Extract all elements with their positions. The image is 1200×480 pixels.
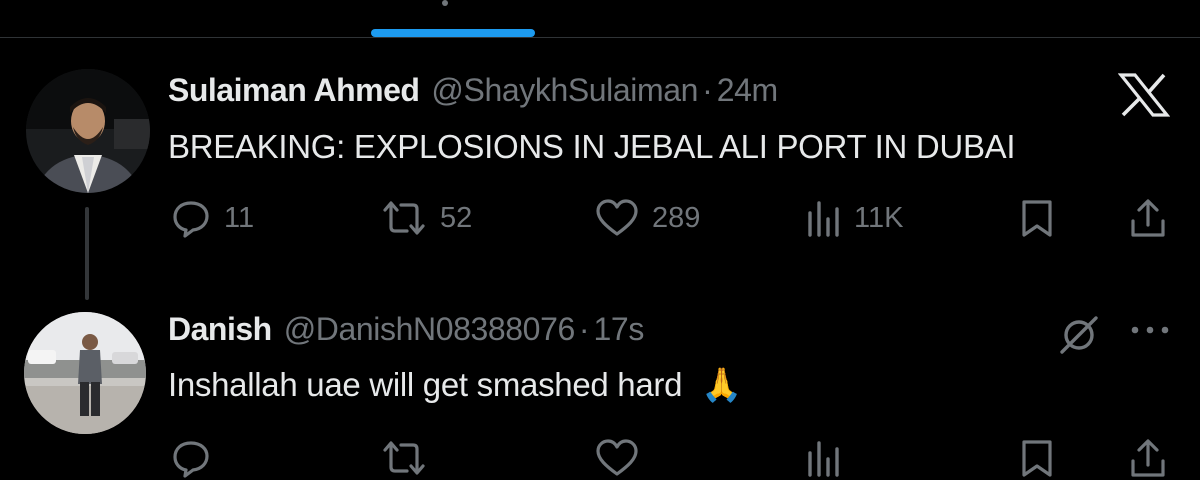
bookmark-button[interactable] (1018, 196, 1056, 240)
retweet-icon (383, 201, 425, 235)
top-divider (0, 37, 1200, 38)
share-button[interactable] (1128, 196, 1168, 240)
author-name[interactable]: Sulaiman Ahmed (168, 72, 420, 109)
reply-button[interactable]: 11 (170, 196, 254, 240)
like-button[interactable]: 289 (594, 196, 700, 240)
author-name[interactable]: Danish (168, 311, 272, 348)
active-tab-indicator (371, 29, 535, 37)
more-icon[interactable] (1128, 322, 1172, 343)
retweet-icon (383, 441, 425, 475)
avatar-danish[interactable] (24, 312, 146, 434)
separator: · (578, 311, 590, 347)
views-count: 11K (854, 201, 904, 234)
like-count: 289 (652, 201, 701, 234)
author-handle[interactable]: @DanishN08388076 (284, 311, 576, 348)
tweet-text: Inshallah uae will get smashed hard 🙏 (168, 366, 742, 405)
reply-count: 11 (224, 201, 255, 234)
tweet-text-content: Inshallah uae will get smashed hard (168, 366, 683, 403)
separator: · (702, 72, 713, 108)
tweet-header: Sulaiman Ahmed @ShaykhSulaiman · 24m (168, 72, 778, 112)
tab-indicator-dot (442, 0, 448, 6)
heart-icon (596, 439, 638, 476)
bookmark-icon (1022, 200, 1052, 237)
mute-icon[interactable] (1056, 312, 1102, 363)
bookmark-icon (1022, 440, 1052, 477)
author-handle[interactable]: @ShaykhSulaiman (431, 72, 698, 109)
views-button[interactable] (806, 436, 842, 480)
share-icon (1131, 439, 1165, 477)
views-button[interactable]: 11K (806, 196, 903, 240)
thread-connector-line (85, 207, 89, 300)
tweet-header: Danish @DanishN08388076 · 17s (168, 311, 644, 351)
avatar-sulaiman[interactable] (26, 69, 150, 193)
views-icon (808, 441, 839, 477)
reply-icon (173, 441, 209, 478)
retweet-count: 52 (440, 201, 473, 234)
share-icon (1131, 199, 1165, 237)
share-button[interactable] (1128, 436, 1168, 480)
retweet-button[interactable] (380, 436, 428, 480)
reply-icon (173, 201, 209, 238)
praying-hands-emoji: 🙏 (701, 366, 742, 403)
timestamp[interactable]: 17s (594, 311, 645, 348)
reply-button[interactable] (170, 436, 212, 480)
heart-icon (596, 199, 638, 236)
bookmark-button[interactable] (1018, 436, 1056, 480)
retweet-button[interactable]: 52 (380, 196, 472, 240)
timestamp[interactable]: 24m (717, 72, 778, 109)
x-logo-icon (1117, 73, 1171, 122)
like-button[interactable] (594, 436, 640, 480)
views-icon (808, 201, 839, 237)
tweet-text: BREAKING: EXPLOSIONS IN JEBAL ALI PORT I… (168, 128, 1016, 165)
